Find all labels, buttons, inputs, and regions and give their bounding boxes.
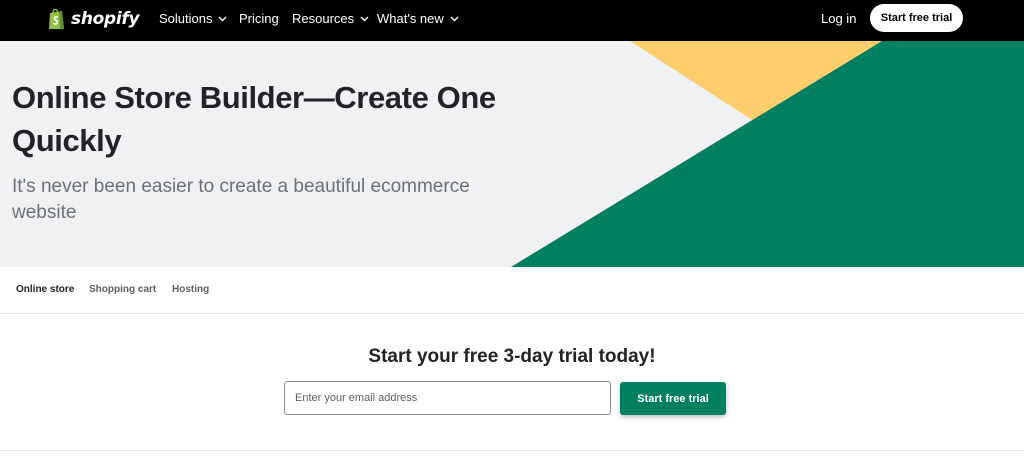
tab-online-store[interactable]: Online store [16, 284, 74, 295]
nav-item-whats-new[interactable]: What's new [377, 11, 459, 26]
shopify-logo[interactable]: shopify [47, 5, 140, 33]
hero-section: Online Store Builder—Create One Quickly … [0, 41, 1024, 267]
signup-start-free-trial-button[interactable]: Start free trial [620, 382, 726, 415]
nav-item-pricing[interactable]: Pricing [239, 11, 279, 26]
nav-item-label: Solutions [159, 11, 213, 26]
chevron-down-icon [218, 16, 227, 21]
tab-shopping-cart[interactable]: Shopping cart [89, 284, 156, 295]
logo-text: shopify [71, 9, 140, 29]
top-navigation: shopify Solutions Pricing Resources What… [0, 0, 1024, 41]
section-divider [0, 450, 1024, 451]
shopify-bag-icon [49, 8, 64, 30]
page-title: Online Store Builder—Create One Quickly [12, 80, 496, 158]
chevron-down-icon [360, 16, 369, 21]
tab-hosting[interactable]: Hosting [172, 284, 209, 295]
hero-subtitle: It's never been easier to create a beaut… [12, 176, 470, 223]
start-free-trial-button[interactable]: Start free trial [870, 4, 963, 32]
chevron-down-icon [450, 16, 459, 21]
login-link[interactable]: Log in [821, 11, 856, 26]
nav-item-solutions[interactable]: Solutions [159, 11, 227, 26]
nav-item-resources[interactable]: Resources [292, 11, 369, 26]
nav-item-label: Resources [292, 11, 355, 26]
nav-item-label: Pricing [239, 11, 279, 26]
email-input[interactable] [284, 381, 611, 415]
signup-title: Start your free 3-day trial today! [368, 346, 656, 367]
nav-item-label: What's new [377, 11, 444, 26]
section-tabs: Online store Shopping cart Hosting [0, 267, 1024, 314]
